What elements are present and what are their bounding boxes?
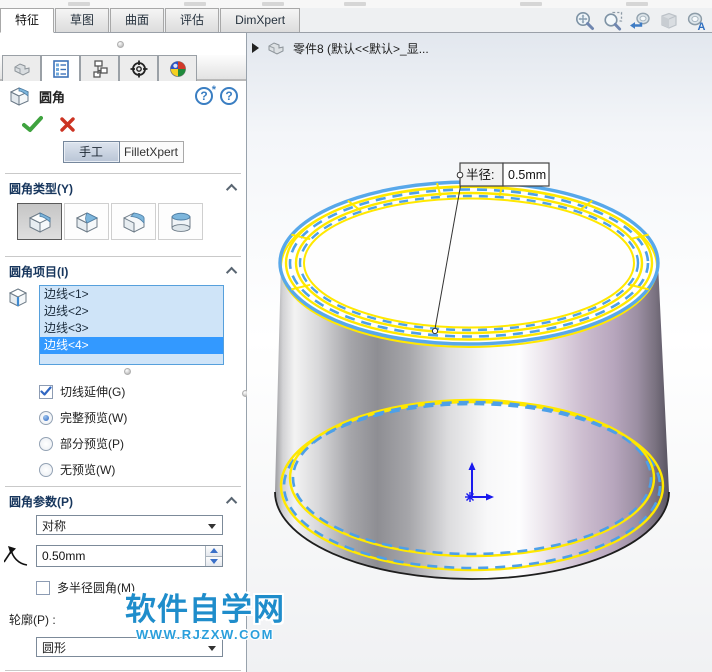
tab-dimxpert[interactable]: DimXpert [220, 8, 301, 32]
radius-field [36, 545, 223, 567]
full-preview-row: 完整预览(W) [0, 409, 246, 426]
full-round-fillet-button[interactable] [158, 203, 203, 240]
variable-size-fillet-button[interactable] [64, 203, 109, 240]
list-item-edge3[interactable]: 边线<3> [40, 320, 223, 337]
zoom-to-fit-icon[interactable] [573, 11, 596, 32]
list-item-edge2[interactable]: 边线<2> [40, 303, 223, 320]
items-to-fillet-section-header[interactable]: 圆角项目(I) [0, 261, 246, 281]
tangent-propagation-checkbox[interactable] [39, 384, 53, 399]
property-manager-panel: 圆角 ? * ? 手工 FilletXpert 圆角类型(Y) 圆角项目(I) … [0, 33, 249, 672]
section-view-icon[interactable] [657, 11, 680, 32]
graphics-area[interactable]: 零件8 (默认<<默认>_显... 半径: 0.5mm [247, 33, 712, 672]
ok-button[interactable] [22, 115, 43, 133]
horizontal-splitter-handle[interactable] [117, 41, 124, 48]
multi-radius-checkbox[interactable] [36, 580, 50, 595]
edge-selection-icon [5, 286, 30, 313]
tangent-propagation-label: 切线延伸(G) [60, 385, 126, 399]
tangent-propagation-row: 切线延伸(G) [0, 383, 246, 400]
list-item-edge4[interactable]: 边线<4> [40, 337, 223, 354]
view-settings-icon[interactable]: A [685, 11, 708, 32]
radius-spinner [205, 546, 222, 566]
profile-value: 圆形 [42, 640, 67, 655]
full-preview-radio[interactable] [39, 410, 53, 425]
symmetry-value: 对称 [42, 518, 67, 533]
previous-view-icon[interactable] [629, 11, 652, 32]
multi-radius-row: 多半径圆角(M) [0, 579, 246, 596]
items-to-fillet-body: 边线<1> 边线<2> 边线<3> 边线<4> [0, 284, 246, 375]
featuremanager-tab[interactable] [2, 55, 41, 81]
callout-label: 半径: [466, 168, 494, 182]
mode-toggle: 手工 FilletXpert [0, 139, 246, 165]
pm-confirm-row [0, 111, 246, 137]
profile-dropdown[interactable]: 圆形 [36, 637, 223, 657]
collapse-chevron-icon [225, 266, 238, 279]
radius-icon [3, 544, 31, 572]
pm-header: 圆角 ? * ? [0, 81, 246, 111]
dimxpertmanager-tab[interactable] [119, 55, 158, 81]
model-3d-view: 半径: 0.5mm [274, 162, 670, 580]
divider [5, 486, 241, 487]
tab-surfaces[interactable]: 曲面 [110, 8, 165, 32]
partial-preview-label: 部分预览(P) [60, 437, 124, 451]
fillet-preview-top-edge[interactable] [278, 180, 660, 348]
no-preview-row: 无预览(W) [0, 461, 246, 478]
whats-new-help-icon[interactable]: ? * [195, 84, 216, 105]
constant-size-fillet-button[interactable] [17, 203, 62, 240]
list-item-edge1[interactable]: 边线<1> [40, 286, 223, 303]
multi-radius-label: 多半径圆角(M) [57, 581, 135, 595]
tab-sketch[interactable]: 草图 [55, 8, 110, 32]
toolbar-fragment [520, 2, 542, 6]
profile-label: 轮廓(P) : [9, 613, 56, 627]
radius-input[interactable] [37, 546, 205, 566]
edge-selection-list[interactable]: 边线<1> 边线<2> 边线<3> 边线<4> [39, 285, 224, 365]
collapse-chevron-icon [225, 183, 238, 196]
manager-tab-strip [0, 55, 246, 81]
commandmanager-tabbar: 特征 草图 曲面 评估 DimXpert A [0, 8, 712, 33]
toolbar-fragment [262, 2, 284, 6]
partial-preview-row: 部分预览(P) [0, 435, 246, 452]
pm-title-text: 圆角 [39, 89, 66, 105]
dropdown-arrow-icon [208, 524, 216, 529]
manual-mode-button[interactable]: 手工 [62, 141, 120, 163]
fillet-type-options [0, 198, 246, 248]
spinner-up-button[interactable] [206, 546, 222, 557]
displaymanager-tab[interactable] [158, 55, 197, 81]
panel-top-gap [0, 33, 246, 55]
toolbar-fragment [68, 2, 90, 6]
help-icon[interactable]: ? [220, 87, 238, 105]
fillet-parameters-section-header[interactable]: 圆角参数(P) [0, 491, 246, 511]
callout-value[interactable]: 0.5mm [508, 168, 546, 182]
no-preview-radio[interactable] [39, 462, 53, 477]
cancel-button[interactable] [59, 116, 76, 133]
filletxpert-mode-button[interactable]: FilletXpert [119, 141, 184, 163]
spinner-down-button[interactable] [206, 556, 222, 566]
fillet-feature-icon [9, 87, 30, 106]
headsup-toolbar: A [573, 11, 708, 32]
propertymanager-tab[interactable] [41, 55, 80, 81]
solidworks-window: 特征 草图 曲面 评估 DimXpert A 圆角 ? * ? 手工 Fille… [0, 0, 712, 672]
list-resize-handle[interactable] [124, 368, 131, 375]
no-preview-label: 无预览(W) [60, 463, 116, 477]
dropdown-arrow-icon [208, 646, 216, 651]
radius-row [0, 544, 246, 568]
zoom-to-area-icon[interactable] [601, 11, 624, 32]
face-fillet-button[interactable] [111, 203, 156, 240]
toolbar-fragment [184, 2, 206, 6]
configurationmanager-tab[interactable] [80, 55, 119, 81]
toolbar-fragment [344, 2, 366, 6]
full-preview-label: 完整预览(W) [60, 411, 128, 425]
partial-preview-radio[interactable] [39, 436, 53, 451]
divider [5, 256, 241, 257]
fillet-type-section-header[interactable]: 圆角类型(Y) [0, 178, 246, 198]
divider [5, 670, 241, 671]
collapse-chevron-icon [225, 496, 238, 509]
view-settings-glyph: A [698, 21, 706, 32]
toolbar-fragment [626, 2, 648, 6]
tab-evaluate[interactable]: 评估 [165, 8, 220, 32]
symmetry-dropdown[interactable]: 对称 [36, 515, 223, 535]
tab-features[interactable]: 特征 [0, 8, 55, 33]
cropped-toolbar-strip [0, 0, 712, 8]
divider [5, 173, 241, 174]
